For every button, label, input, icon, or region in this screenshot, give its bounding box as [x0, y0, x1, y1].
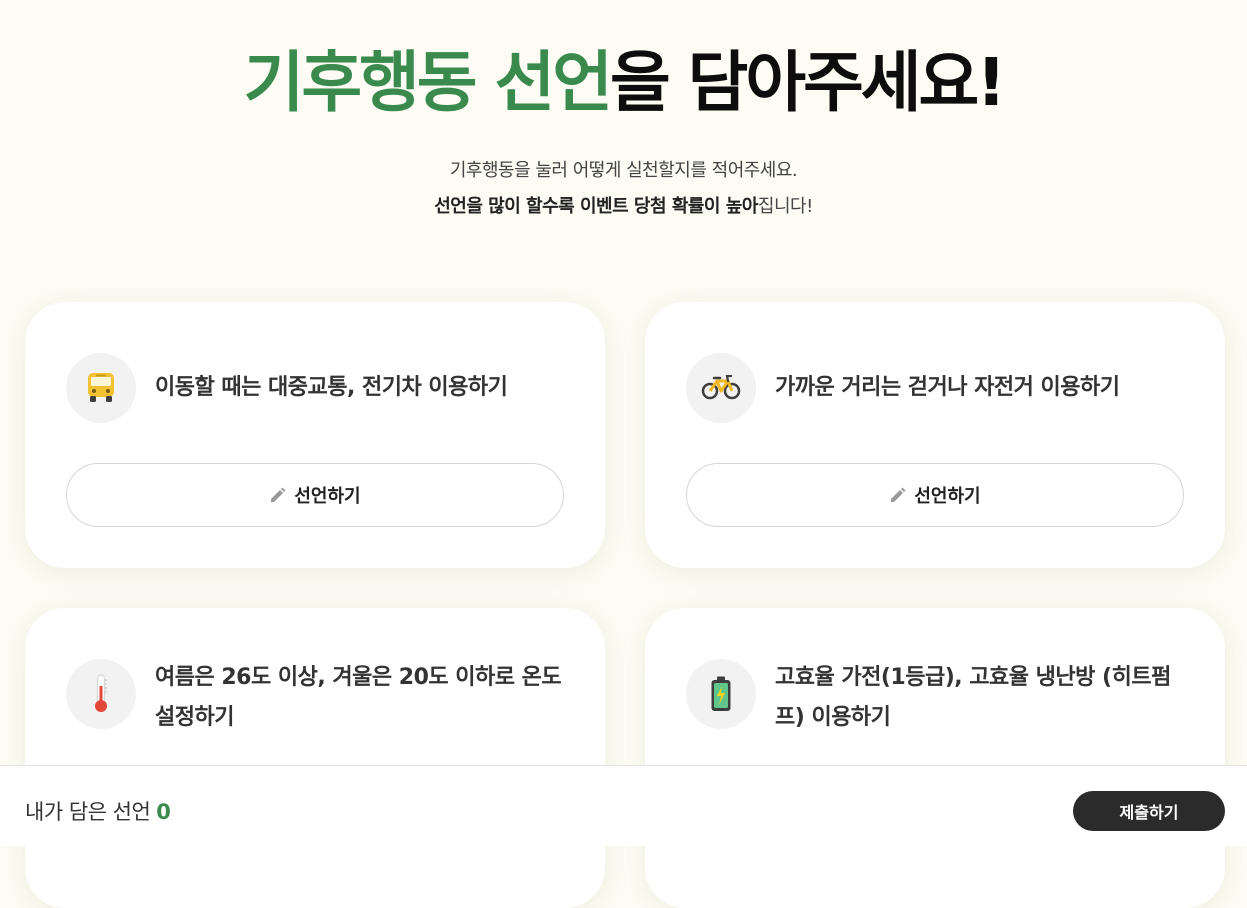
pledge-card-temperature: 여름은 26도 이상, 겨울은 20도 이하로 온도 설정하기: [25, 608, 605, 908]
subtitle-line-1: 기후행동을 눌러 어떻게 실천할지를 적어주세요.: [449, 160, 798, 181]
pledge-button-label: 선언하기: [914, 486, 981, 507]
bottom-bar: 내가 담은 선언 0 제출하기: [0, 765, 1247, 846]
pledge-count-value: 0: [156, 800, 171, 824]
submit-button[interactable]: 제출하기: [1073, 791, 1225, 831]
page-title-highlight: 기후행동 선언: [243, 44, 613, 121]
bus-icon: [66, 353, 136, 423]
pledge-text: 이동할 때는 대중교통, 전기차 이용하기: [155, 375, 508, 400]
page-title-rest: 을 담아주세요!: [609, 44, 1006, 121]
page-title: 기후행동 선언을 담아주세요!: [0, 38, 1247, 128]
thermometer-icon: [66, 659, 136, 729]
pledge-button-label: 선언하기: [294, 486, 361, 507]
pencil-icon: [891, 487, 906, 502]
pencil-icon: [271, 487, 286, 502]
pledge-text: 여름은 26도 이상, 겨울은 20도 이하로 온도 설정하기: [155, 665, 562, 730]
subtitle-emphasis: 선언을 많이 할수록 이벤트 당첨 확률이 높아: [434, 196, 758, 217]
pledge-count-label: 내가 담은 선언: [25, 800, 151, 824]
pledge-text: 고효율 가전(1등급), 고효율 냉난방 (히트펌프) 이용하기: [775, 665, 1171, 730]
subtitle-line-2: 선언을 많이 할수록 이벤트 당첨 확률이 높아집니다!: [0, 192, 1247, 218]
pledge-card-appliance: 고효율 가전(1등급), 고효율 냉난방 (히트펌프) 이용하기: [645, 608, 1225, 908]
pledge-text: 가까운 거리는 걷거나 자전거 이용하기: [775, 375, 1120, 400]
pledge-card-transit: 이동할 때는 대중교통, 전기차 이용하기 선언하기: [25, 302, 605, 568]
pledge-button[interactable]: 선언하기: [66, 463, 564, 527]
pledge-card-bicycle: 가까운 거리는 걷거나 자전거 이용하기 선언하기: [645, 302, 1225, 568]
pledge-count: 내가 담은 선언 0: [25, 796, 171, 826]
bicycle-icon: [686, 353, 756, 423]
battery-icon: [686, 659, 756, 729]
subtitle-rest: 집니다!: [757, 196, 813, 217]
pledge-button[interactable]: 선언하기: [686, 463, 1184, 527]
